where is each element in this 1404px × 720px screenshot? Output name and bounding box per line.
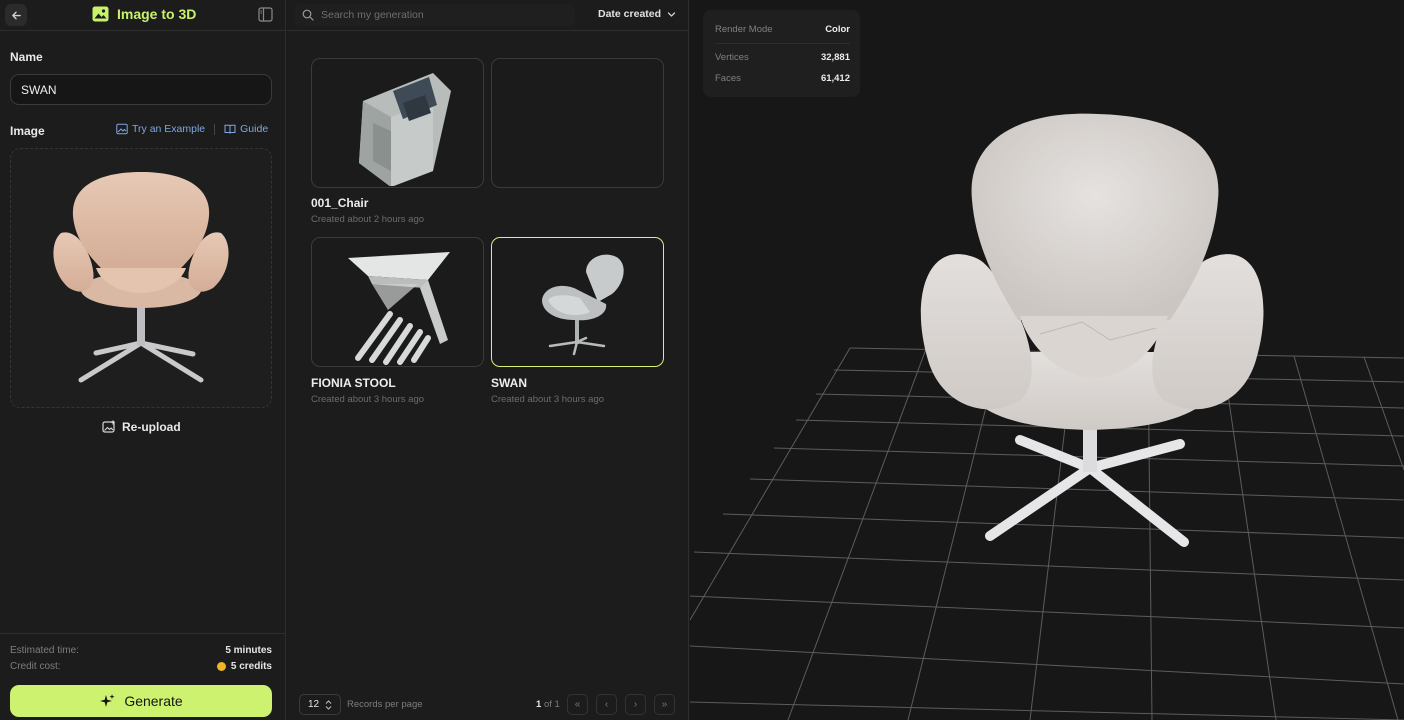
estimated-time-label: Estimated time: (10, 645, 79, 656)
try-example-link[interactable]: Try an Example (116, 123, 205, 135)
stats-divider (715, 43, 850, 44)
card-title: 001_Chair (311, 196, 369, 210)
3d-viewer[interactable]: Render Mode Color Vertices 32,881 Faces … (690, 0, 1404, 720)
name-input[interactable] (10, 74, 272, 105)
app-title-text: Image to 3D (117, 6, 197, 22)
render-mode-row: Render Mode Color (715, 24, 850, 35)
image-upload-area[interactable] (10, 148, 272, 408)
card-title: FIONIA STOOL (311, 376, 396, 390)
gallery-card-001-chair[interactable] (311, 58, 484, 188)
chevron-right-icon: › (633, 699, 638, 710)
sort-label: Date created (598, 8, 662, 20)
gallery-card-empty[interactable] (491, 58, 664, 188)
vertices-label: Vertices (715, 52, 749, 63)
card-subtitle: Created about 3 hours ago (311, 394, 425, 405)
gallery-card-fionia-stool[interactable] (311, 237, 484, 367)
vertices-row: Vertices 32,881 (715, 52, 850, 63)
chair-back (971, 113, 1219, 320)
chevron-left-icon: ‹ (604, 699, 609, 710)
armchair-thumbnail (358, 72, 451, 186)
coin-icon (216, 662, 226, 671)
reupload-label: Re-upload (122, 420, 181, 434)
page-current: 1 (536, 699, 542, 710)
image-label: Image (10, 124, 45, 138)
back-button[interactable] (5, 4, 27, 26)
gallery-panel: Date created 001_Chair Created about 2 h… (287, 0, 689, 720)
card-subtitle: Created about 2 hours ago (311, 214, 425, 225)
guide-label: Guide (240, 123, 269, 135)
gallery-card-swan[interactable] (491, 237, 664, 367)
faces-label: Faces (715, 73, 741, 84)
next-page-button[interactable]: › (625, 694, 646, 715)
double-chevron-right-icon: » (661, 699, 668, 710)
generate-button[interactable]: Generate (10, 685, 272, 717)
first-page-button[interactable]: « (567, 694, 588, 715)
name-label: Name (10, 50, 43, 64)
render-mode-value[interactable]: Color (825, 24, 850, 35)
faces-value: 61,412 (820, 73, 850, 84)
page-info: 1 of 1 (536, 699, 560, 710)
image-upload-icon (102, 420, 116, 433)
double-chevron-left-icon: « (574, 699, 581, 710)
estimated-time-row: Estimated time: 5 minutes (10, 645, 272, 656)
estimated-time-value: 5 minutes (225, 645, 272, 656)
arrow-left-icon (11, 11, 21, 19)
try-example-label: Try an Example (132, 123, 206, 135)
prev-page-button[interactable]: ‹ (596, 694, 617, 715)
search-icon (302, 9, 314, 21)
link-divider (214, 123, 216, 135)
last-page-button[interactable]: » (654, 694, 675, 715)
swan-chair-thumbnail (541, 254, 624, 356)
sort-dropdown[interactable]: Date created (598, 8, 676, 20)
search-input[interactable] (321, 9, 561, 21)
guide-link[interactable]: Guide (224, 123, 268, 135)
image-links: Try an Example Guide (116, 123, 268, 135)
model-stats-panel: Render Mode Color Vertices 32,881 Faces … (703, 10, 860, 97)
image-icon (116, 123, 128, 135)
uploaded-chair-image (53, 172, 229, 383)
credit-cost-label: Credit cost: (10, 661, 61, 672)
chevron-updown-icon (325, 699, 332, 710)
stool-thumbnail (347, 251, 450, 365)
viewer-scene (690, 113, 1404, 720)
per-page-label: Records per page (347, 699, 423, 710)
credit-cost-row: Credit cost: 5 credits (10, 661, 272, 672)
credit-cost: 5 credits (216, 661, 272, 672)
left-panel: Image to 3D Name Image Try an Example Gu… (0, 0, 286, 720)
image-logo-icon (92, 6, 109, 22)
sidebar-toggle-icon[interactable] (258, 7, 273, 22)
vertices-value: 32,881 (820, 52, 850, 63)
sparkle-icon (100, 693, 115, 707)
book-icon (224, 124, 236, 134)
chevron-down-icon (667, 11, 676, 17)
generate-label: Generate (124, 693, 183, 709)
app-title: Image to 3D (92, 6, 196, 22)
per-page-value: 12 (307, 699, 320, 710)
search-box[interactable] (295, 4, 575, 26)
card-subtitle: Created about 3 hours ago (491, 394, 605, 405)
gallery-header: Date created (287, 0, 688, 31)
left-header: Image to 3D (0, 0, 285, 31)
card-title: SWAN (491, 376, 527, 390)
faces-row: Faces 61,412 (715, 73, 850, 84)
credit-cost-value: 5 credits (230, 661, 272, 672)
reupload-button[interactable]: Re-upload (102, 420, 181, 434)
pagination-bar: 12 Records per page 1 of 1 « ‹ › » (287, 688, 689, 720)
left-footer: Estimated time: 5 minutes Credit cost: 5… (0, 633, 286, 720)
page-total: of 1 (543, 699, 560, 710)
render-mode-label: Render Mode (715, 24, 773, 35)
per-page-select[interactable]: 12 (299, 694, 341, 715)
